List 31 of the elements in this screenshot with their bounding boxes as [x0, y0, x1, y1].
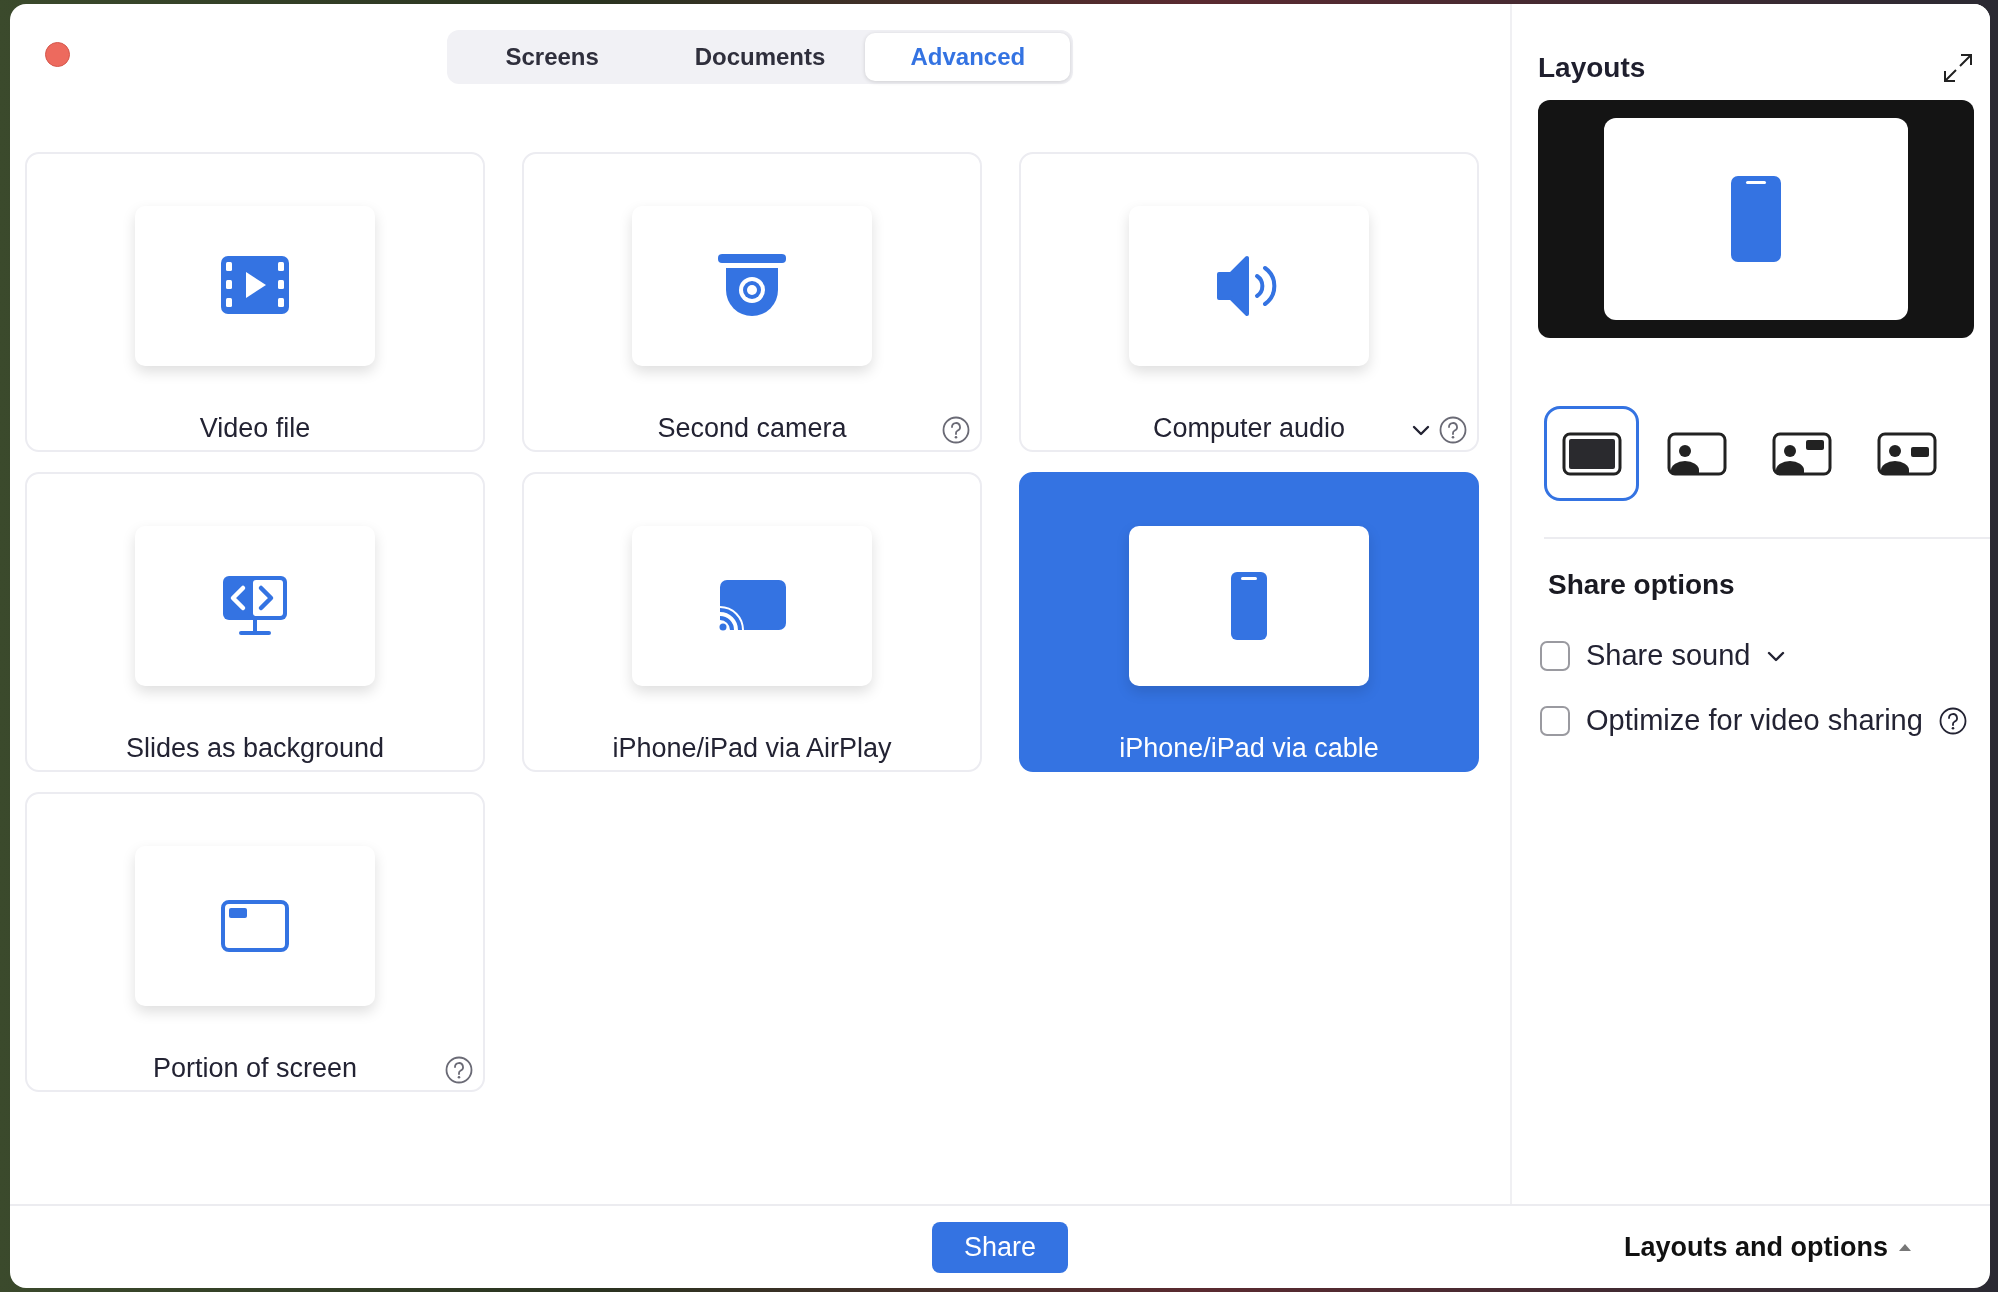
- option-label: Share sound: [1586, 639, 1751, 672]
- tab[interactable]: Documents: [654, 33, 866, 81]
- tab[interactable]: Advanced: [865, 33, 1071, 81]
- share-button[interactable]: Share: [931, 1221, 1069, 1273]
- layout-option[interactable]: [1544, 406, 1639, 501]
- panel-title: Layouts: [1538, 52, 1646, 84]
- tab[interactable]: Screens: [449, 33, 655, 81]
- checkbox[interactable]: [1540, 705, 1570, 736]
- source-card[interactable]: Computer audio: [1019, 152, 1479, 452]
- share-option[interactable]: Share sound: [1538, 639, 1787, 672]
- section-title: Share options: [1548, 569, 1736, 601]
- source-card[interactable]: iPhone/iPad via cable: [1019, 472, 1479, 772]
- help-icon[interactable]: [1938, 706, 1967, 735]
- screen-layout-icon: [1561, 431, 1622, 476]
- person-layout-icon: [1666, 431, 1727, 476]
- source-card[interactable]: iPhone/iPad via AirPlay: [522, 472, 982, 772]
- person-tile-layout-icon: [1771, 431, 1832, 476]
- layouts-toggle[interactable]: Layouts and options: [1624, 1231, 1912, 1263]
- chevron-icon[interactable]: [1411, 423, 1431, 437]
- option-label: Optimize for video sharing: [1586, 704, 1923, 737]
- phone-icon: [1731, 176, 1781, 262]
- source-card[interactable]: Second camera: [522, 152, 982, 452]
- source-card[interactable]: Portion of screen: [25, 792, 485, 1092]
- person-tile-layout-icon: [1876, 431, 1937, 476]
- close-button[interactable]: [45, 42, 70, 67]
- caret-icon: [1898, 1242, 1912, 1252]
- share-option[interactable]: Optimize for video sharing: [1538, 704, 1967, 737]
- expand-icon[interactable]: [1942, 52, 1974, 84]
- checkbox[interactable]: [1540, 640, 1570, 671]
- source-card[interactable]: Video file: [25, 152, 485, 452]
- source-card[interactable]: Slides as background: [25, 472, 485, 772]
